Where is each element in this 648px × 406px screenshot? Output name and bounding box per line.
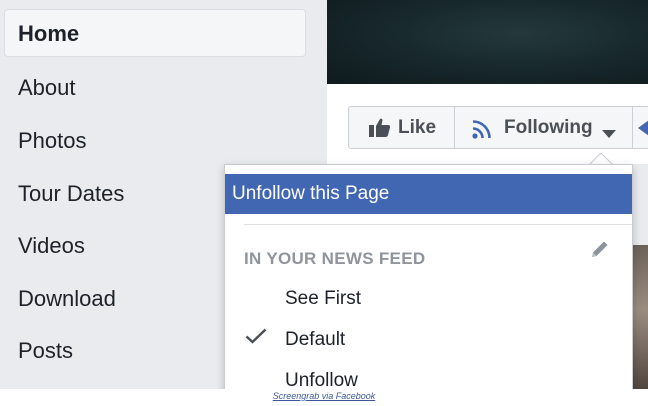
checkmark-icon: [245, 328, 267, 349]
sidebar-item-label: Home: [18, 21, 80, 46]
like-label: Like: [398, 117, 437, 138]
like-button[interactable]: Like: [348, 106, 455, 149]
following-label: Following: [504, 117, 593, 138]
default-option[interactable]: Default: [285, 329, 345, 351]
sidebar-item-posts[interactable]: Posts: [18, 338, 73, 364]
see-first-option[interactable]: See First: [285, 288, 361, 310]
sidebar-item-home[interactable]: Home: [4, 9, 306, 57]
cover-gap: [327, 84, 648, 104]
unfollow-option[interactable]: Unfollow: [285, 370, 358, 389]
pencil-icon[interactable]: [590, 239, 610, 264]
news-feed-section-title: IN YOUR NEWS FEED: [244, 249, 426, 268]
post-photo: [633, 245, 648, 389]
share-icon: [638, 120, 648, 141]
unfollow-page-label: Unfollow this Page: [232, 183, 390, 204]
sidebar-item-about[interactable]: About: [18, 75, 76, 101]
caret-down-icon: [602, 125, 616, 143]
sidebar-item-photos[interactable]: Photos: [18, 128, 87, 154]
menu-divider: [244, 224, 632, 225]
unfollow-page-option[interactable]: Unfollow this Page: [225, 174, 632, 214]
rss-icon: [472, 119, 494, 144]
thumbs-up-icon: [369, 118, 391, 142]
sidebar-item-tour-dates[interactable]: Tour Dates: [18, 181, 124, 207]
image-caption: Screengrab via Facebook: [272, 391, 376, 401]
share-button[interactable]: [633, 106, 648, 149]
following-button[interactable]: Following: [455, 106, 633, 149]
sidebar-item-download[interactable]: Download: [18, 286, 116, 312]
cover-photo: [327, 0, 648, 84]
following-dropdown-menu: Unfollow this Page IN YOUR NEWS FEED See…: [224, 164, 633, 389]
page-view: Home About Photos Tour Dates Videos Down…: [0, 0, 648, 389]
sidebar-item-videos[interactable]: Videos: [18, 233, 85, 259]
